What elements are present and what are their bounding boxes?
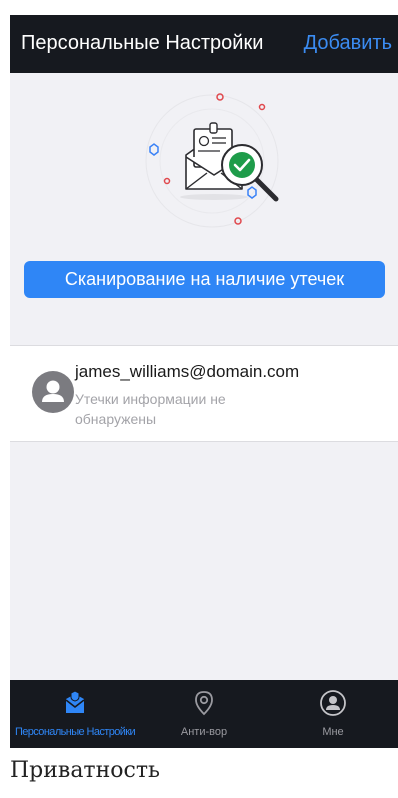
add-button[interactable]: Добавить: [304, 32, 392, 55]
leak-status-text: Утечки информации не обнаружены: [75, 391, 226, 427]
page-title: Персональные Настройки: [21, 32, 264, 54]
envelope-shield-icon: [65, 690, 85, 713]
tab-personal-settings[interactable]: Персональные Настройки: [10, 680, 140, 748]
account-item[interactable]: james_williams@domain.com Утечки информа…: [10, 345, 398, 442]
leak-scan-illustration: [145, 93, 279, 228]
account-email: james_williams@domain.com: [75, 362, 300, 381]
app-screen: Персональные Настройки Добавить Сканиров…: [10, 15, 398, 748]
header-bar: Персональные Настройки Добавить: [10, 15, 398, 73]
screenshot-caption: Приватность: [10, 758, 160, 783]
tab-label: Мне: [322, 726, 344, 738]
location-pin-icon: [195, 691, 213, 716]
tab-bar: Персональные Настройки Анти-вор Мне: [10, 680, 398, 748]
tab-label: Персональные Настройки: [14, 726, 136, 738]
magnifier-check-icon: [221, 144, 279, 202]
tab-label: Анти-вор: [180, 726, 228, 738]
user-circle-icon: [320, 690, 346, 716]
tab-anti-theft[interactable]: Анти-вор: [139, 680, 269, 748]
scan-leaks-button[interactable]: Сканирование на наличие утечек: [24, 261, 385, 298]
avatar-icon: [32, 371, 74, 413]
tab-me[interactable]: Мне: [268, 680, 398, 748]
